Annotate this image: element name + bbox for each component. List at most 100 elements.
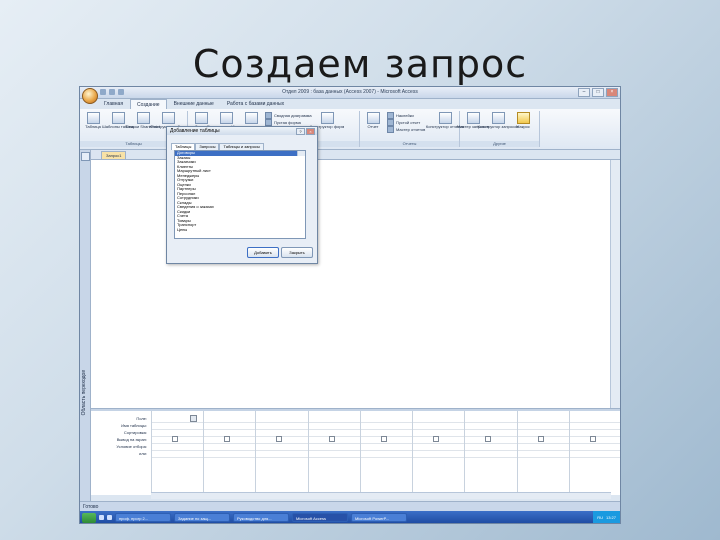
- slide-title: Создаем запрос: [192, 42, 528, 86]
- taskbar-item[interactable]: Microsoft PowerP...: [351, 513, 407, 522]
- grid-label-table: Имя таблицы:: [121, 423, 147, 428]
- navigation-pane-label: Область переходов: [81, 370, 87, 416]
- show-checkbox[interactable]: [172, 436, 178, 442]
- group-label-reports: Отчеты: [360, 141, 459, 147]
- pivot-chart-button[interactable]: Сводная диаграмма: [265, 112, 313, 119]
- dialog-close-button[interactable]: ×: [306, 128, 315, 135]
- form-design-button[interactable]: Конструктор форм: [310, 112, 344, 133]
- grid-column[interactable]: [151, 411, 203, 495]
- blank-form-icon: [265, 119, 272, 126]
- report-wizard-button[interactable]: Мастер отчетов: [387, 126, 431, 133]
- query-wizard-icon: [466, 112, 480, 124]
- grid-label-sort: Сортировка:: [123, 430, 147, 435]
- query-design-button[interactable]: Конструктор запросов: [478, 112, 519, 129]
- blank-report-icon: [387, 119, 394, 126]
- title-bar: Отдел 2009 : база данных (Access 2007) -…: [80, 87, 620, 99]
- labels-button[interactable]: Наклейки: [387, 112, 431, 119]
- multiple-items-icon: [244, 112, 258, 124]
- grid-column[interactable]: [203, 411, 255, 495]
- minimize-button[interactable]: –: [578, 88, 590, 97]
- horizontal-scrollbar[interactable]: [151, 492, 611, 499]
- taskbar-item[interactable]: Задание по защ...: [174, 513, 230, 522]
- show-checkbox[interactable]: [485, 436, 492, 442]
- taskbar-item[interactable]: проф. прогр 2...: [115, 513, 171, 522]
- dialog-tabs: Таблицы Запросы Таблицы и запросы: [171, 143, 264, 150]
- grid-column[interactable]: [568, 411, 620, 495]
- tab-database-tools[interactable]: Работа с базами данных: [221, 99, 290, 109]
- window-title: Отдел 2009 : база данных (Access 2007) -…: [282, 89, 418, 95]
- group-label-other: Другие: [460, 141, 539, 147]
- tab-external-data[interactable]: Внешние данные: [168, 99, 220, 109]
- ribbon-group-other: Мастер запросов Конструктор запросов Мак…: [457, 111, 540, 147]
- show-checkbox[interactable]: [328, 436, 335, 442]
- ribbon-group-reports: Отчет Наклейки Пустой отчет Мастер отчет…: [360, 111, 464, 147]
- quick-launch-icon[interactable]: [107, 515, 112, 520]
- tab-query1[interactable]: Запрос1: [101, 151, 127, 159]
- table-design-icon: [161, 112, 175, 124]
- grid-label-show: Вывод на экран:: [116, 437, 147, 442]
- grid-column[interactable]: [412, 411, 464, 495]
- expand-pane-icon[interactable]: [81, 152, 90, 161]
- dialog-controls: ? ×: [296, 128, 315, 135]
- ribbon: Таблица Шаблоны таблиц Списки SharePoint…: [80, 109, 620, 150]
- blank-report-button[interactable]: Пустой отчет: [387, 119, 431, 126]
- report-button[interactable]: Отчет: [362, 112, 384, 133]
- office-button[interactable]: [82, 88, 98, 104]
- macro-button[interactable]: Макрос: [512, 112, 534, 129]
- language-indicator[interactable]: RU: [597, 515, 603, 520]
- grid-column[interactable]: [464, 411, 516, 495]
- show-checkbox[interactable]: [433, 436, 440, 442]
- dialog-close-text-button[interactable]: Закрыть: [281, 247, 313, 258]
- grid-column[interactable]: [255, 411, 307, 495]
- grid-row-labels: Поле: Имя таблицы: Сортировка: Вывод на …: [91, 415, 149, 457]
- grid-column[interactable]: [516, 411, 569, 495]
- sharepoint-icon: [136, 112, 150, 124]
- dialog-tab-queries[interactable]: Запросы: [195, 143, 220, 150]
- show-checkbox[interactable]: [589, 436, 596, 442]
- dialog-title: Добавление таблицы: [167, 127, 317, 135]
- form-icon: [194, 112, 208, 124]
- grid-label-criteria: Условие отбора:: [116, 444, 147, 449]
- quick-launch-icon[interactable]: [99, 515, 104, 520]
- dialog-tab-tables[interactable]: Таблицы: [171, 143, 196, 150]
- add-table-dialog: Добавление таблицы ? × Таблицы Запросы Т…: [166, 126, 318, 264]
- close-button[interactable]: ×: [606, 88, 618, 97]
- table-button[interactable]: Таблица: [82, 112, 104, 129]
- clock: 13:27: [605, 515, 616, 520]
- start-button[interactable]: [82, 512, 96, 523]
- pivot-chart-icon: [265, 112, 272, 119]
- field-dropdown-icon[interactable]: [190, 415, 197, 422]
- status-bar: Готово: [80, 501, 620, 511]
- query-design-grid: Поле: Имя таблицы: Сортировка: Вывод на …: [91, 411, 620, 495]
- taskbar: проф. прогр 2... Задание по защ... Руков…: [80, 511, 620, 523]
- system-tray: RU 13:27: [593, 511, 620, 523]
- show-checkbox[interactable]: [276, 436, 283, 442]
- table-list[interactable]: Договоры Заказы Заказчики Клиенты Маршру…: [174, 150, 306, 239]
- show-checkbox[interactable]: [537, 436, 544, 442]
- grid-column[interactable]: [359, 411, 412, 495]
- list-scrollbar[interactable]: [297, 151, 305, 156]
- grid-columns: [151, 411, 620, 495]
- show-checkbox[interactable]: [380, 436, 387, 442]
- list-item[interactable]: Цены: [175, 227, 305, 233]
- add-button[interactable]: Добавить: [247, 247, 279, 258]
- taskbar-item[interactable]: Руководство для...: [233, 513, 289, 522]
- show-checkbox[interactable]: [224, 436, 231, 442]
- vertical-scrollbar[interactable]: [610, 160, 620, 408]
- tab-home[interactable]: Главная: [98, 99, 129, 109]
- labels-icon: [387, 112, 394, 119]
- report-design-button[interactable]: Конструктор отчетов: [426, 112, 464, 133]
- split-form-icon: [219, 112, 233, 124]
- window-controls: – □ ×: [578, 88, 618, 97]
- navigation-pane[interactable]: Область переходов: [80, 150, 91, 508]
- dialog-help-button[interactable]: ?: [296, 128, 305, 135]
- maximize-button[interactable]: □: [592, 88, 604, 97]
- report-wizard-icon: [387, 126, 394, 133]
- dialog-tab-both[interactable]: Таблицы и запросы: [219, 143, 264, 150]
- taskbar-item-active[interactable]: Microsoft Access: [292, 513, 348, 522]
- access-window: Отдел 2009 : база данных (Access 2007) -…: [79, 86, 621, 524]
- report-icon: [366, 112, 380, 124]
- report-design-icon: [438, 112, 452, 124]
- grid-column[interactable]: [307, 411, 360, 495]
- blank-form-button[interactable]: Пустая форма: [265, 119, 313, 126]
